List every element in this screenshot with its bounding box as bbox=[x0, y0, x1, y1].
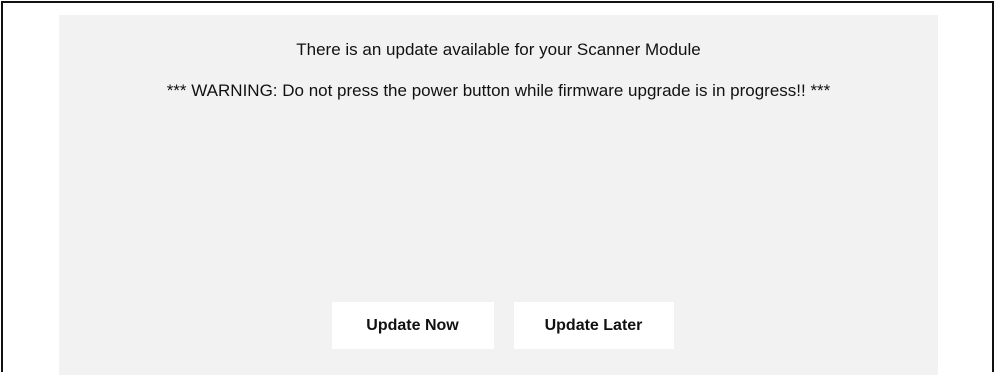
update-dialog-panel: There is an update available for your Sc… bbox=[59, 15, 938, 375]
update-available-message: There is an update available for your Sc… bbox=[296, 40, 701, 59]
dialog-frame: There is an update available for your Sc… bbox=[1, 1, 994, 375]
power-button-warning: *** WARNING: Do not press the power butt… bbox=[166, 81, 831, 100]
dialog-actions: Update Now Update Later bbox=[59, 302, 938, 349]
update-later-button[interactable]: Update Later bbox=[513, 302, 674, 349]
update-now-button[interactable]: Update Now bbox=[331, 302, 494, 349]
